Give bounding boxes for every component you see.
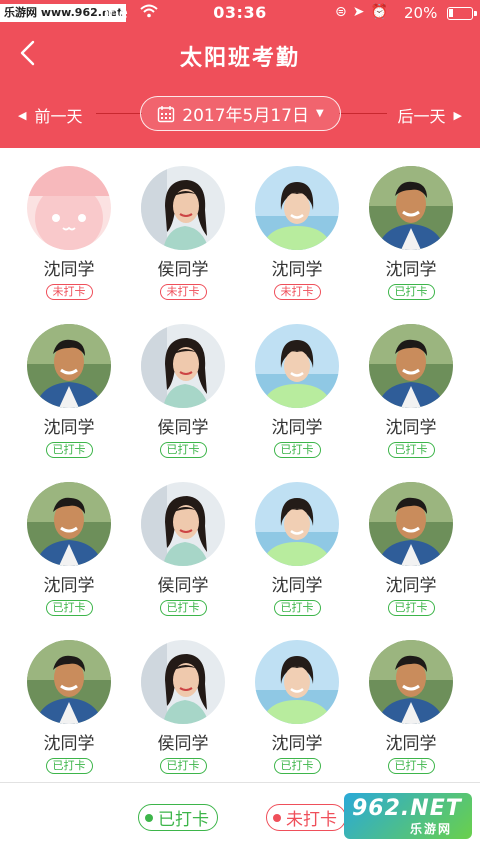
divider-line xyxy=(96,113,142,114)
student-avatar xyxy=(369,482,453,566)
next-day-label: 后一天 xyxy=(397,107,446,126)
battery-fill xyxy=(449,9,454,17)
attendance-status-badge: 已打卡 xyxy=(273,442,321,458)
attendance-status-badge: 已打卡 xyxy=(159,758,207,774)
student-card[interactable]: 沈同学 已打卡 xyxy=(240,634,354,792)
location-icon: ➤ xyxy=(352,4,371,20)
date-label: 2017年5月17日 xyxy=(182,106,309,126)
bottom-legend-bar: 已打卡 未打卡 962.NET 乐游网 xyxy=(0,782,480,853)
attendance-status-badge: 已打卡 xyxy=(159,442,207,458)
date-picker[interactable]: 2017年5月17日 ▼ xyxy=(140,96,341,131)
student-name: 侯同学 xyxy=(157,260,209,280)
student-name: 沈同学 xyxy=(271,418,323,438)
watermark-line1: 962.NET xyxy=(352,796,462,821)
student-name: 沈同学 xyxy=(385,576,437,596)
student-card[interactable]: 沈同学 已打卡 xyxy=(240,318,354,476)
battery-percent: 20% xyxy=(404,4,438,22)
student-card[interactable]: 沈同学 已打卡 xyxy=(12,318,126,476)
student-card[interactable]: 侯同学 未打卡 xyxy=(126,160,240,318)
student-card[interactable]: 侯同学 已打卡 xyxy=(126,318,240,476)
student-name: 沈同学 xyxy=(43,260,95,280)
watermark-line2: 乐游网 xyxy=(410,822,453,836)
student-avatar xyxy=(255,482,339,566)
student-avatar xyxy=(369,640,453,724)
legend-checked-label: 已打卡 xyxy=(158,810,209,830)
student-name: 沈同学 xyxy=(271,260,323,280)
student-name: 沈同学 xyxy=(385,418,437,438)
student-name: 沈同学 xyxy=(385,260,437,280)
student-avatar xyxy=(27,640,111,724)
attendance-status-badge: 未打卡 xyxy=(45,284,93,300)
triangle-left-icon: ◀ xyxy=(18,108,27,122)
divider-line xyxy=(339,113,387,114)
caret-down-icon: ▼ xyxy=(316,108,324,119)
attendance-status-badge: 已打卡 xyxy=(387,284,435,300)
student-avatar xyxy=(141,640,225,724)
attendance-status-badge: 已打卡 xyxy=(273,758,321,774)
student-name: 沈同学 xyxy=(271,734,323,754)
student-card[interactable]: 沈同学 已打卡 xyxy=(12,634,126,792)
legend-unchecked-label: 未打卡 xyxy=(286,810,337,830)
page-title: 太阳班考勤 xyxy=(179,46,300,71)
attendance-status-badge: 已打卡 xyxy=(45,758,93,774)
student-avatar xyxy=(141,482,225,566)
student-avatar xyxy=(141,166,225,250)
student-name: 沈同学 xyxy=(43,418,95,438)
student-avatar xyxy=(255,166,339,250)
student-card[interactable]: 侯同学 已打卡 xyxy=(126,634,240,792)
student-card[interactable]: 沈同学 已打卡 xyxy=(354,160,468,318)
student-grid: 沈同学 未打卡 侯同学 未打卡 沈同学 未打卡 沈同学 已打卡 沈同学 已打卡 侯同学 已打卡 沈同学已… xyxy=(12,160,468,792)
student-card[interactable]: 沈同学 已打卡 xyxy=(354,476,468,634)
student-name: 沈同学 xyxy=(271,576,323,596)
site-watermark-logo: 962.NET 乐游网 xyxy=(344,793,472,839)
student-name: 侯同学 xyxy=(157,418,209,438)
next-day-button[interactable]: 后一天 ▶ xyxy=(398,103,462,127)
student-card[interactable]: 沈同学 已打卡 xyxy=(354,318,468,476)
calendar-icon xyxy=(158,105,175,122)
student-card[interactable]: 沈同学 未打卡 xyxy=(12,160,126,318)
student-avatar xyxy=(27,324,111,408)
header: 乐游网 www.962.net one 03:36 ⊜➤⏰ 20% 太阳班考勤 … xyxy=(0,0,480,148)
rotation-lock-icon: ⊜ xyxy=(335,4,353,20)
student-avatar xyxy=(141,324,225,408)
alarm-icon: ⏰ xyxy=(370,4,394,20)
prev-day-button[interactable]: ◀ 前一天 xyxy=(18,103,82,127)
student-name: 沈同学 xyxy=(385,734,437,754)
status-bar: 乐游网 www.962.net one 03:36 ⊜➤⏰ 20% xyxy=(0,0,480,28)
student-avatar xyxy=(255,640,339,724)
attendance-status-badge: 已打卡 xyxy=(273,600,321,616)
student-avatar xyxy=(369,166,453,250)
attendance-status-badge: 已打卡 xyxy=(387,442,435,458)
attendance-status-badge: 已打卡 xyxy=(387,600,435,616)
student-card[interactable]: 沈同学 已打卡 xyxy=(240,476,354,634)
status-icons: ⊜➤⏰ xyxy=(335,4,394,20)
student-avatar xyxy=(255,324,339,408)
legend-checked: 已打卡 xyxy=(138,804,218,831)
attendance-status-badge: 已打卡 xyxy=(45,600,93,616)
attendance-status-badge: 已打卡 xyxy=(159,600,207,616)
red-dot-icon xyxy=(273,813,281,822)
battery-icon xyxy=(447,7,477,20)
attendance-status-badge: 未打卡 xyxy=(273,284,321,300)
date-navigator: ◀ 前一天 2017年5月17日 ▼ 后一天 ▶ xyxy=(0,96,480,132)
student-name: 侯同学 xyxy=(157,734,209,754)
student-card[interactable]: 沈同学 已打卡 xyxy=(354,634,468,792)
attendance-status-badge: 已打卡 xyxy=(387,758,435,774)
student-card[interactable]: 沈同学 已打卡 xyxy=(12,476,126,634)
student-name: 侯同学 xyxy=(157,576,209,596)
green-dot-icon xyxy=(145,813,153,822)
student-name: 沈同学 xyxy=(43,734,95,754)
student-name: 沈同学 xyxy=(43,576,95,596)
prev-day-label: 前一天 xyxy=(34,107,83,126)
student-avatar xyxy=(27,482,111,566)
student-avatar xyxy=(27,166,111,250)
legend-unchecked: 未打卡 xyxy=(266,804,346,831)
student-card[interactable]: 沈同学 未打卡 xyxy=(240,160,354,318)
student-avatar xyxy=(369,324,453,408)
attendance-status-badge: 已打卡 xyxy=(45,442,93,458)
triangle-right-icon: ▶ xyxy=(453,108,462,122)
student-card[interactable]: 侯同学 已打卡 xyxy=(126,476,240,634)
attendance-status-badge: 未打卡 xyxy=(159,284,207,300)
